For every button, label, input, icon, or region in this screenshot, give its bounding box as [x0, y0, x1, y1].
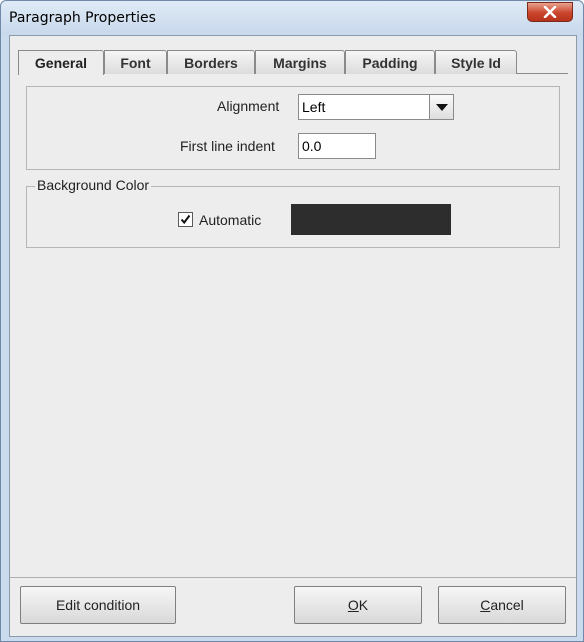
- tab-label: Borders: [184, 54, 238, 71]
- background-color-legend: Background Color: [35, 177, 152, 193]
- tab-style-id[interactable]: Style Id: [435, 50, 517, 74]
- tab-general[interactable]: General: [18, 50, 104, 75]
- ok-button[interactable]: OK: [294, 586, 422, 624]
- general-panel: Alignment Left First line indent 0.0: [26, 86, 560, 170]
- tab-label: Font: [120, 54, 151, 71]
- tab-label: General: [34, 55, 88, 71]
- tab-label: Margins: [273, 54, 327, 71]
- alignment-select[interactable]: Left: [298, 94, 454, 120]
- tab-strip: General Font Borders Margins Padding Sty…: [18, 50, 570, 75]
- tab-padding[interactable]: Padding: [345, 50, 435, 74]
- dialog-window: Paragraph Properties General Font Border…: [0, 0, 584, 642]
- button-label: OK: [347, 597, 369, 613]
- alignment-label: Alignment: [217, 98, 280, 114]
- close-icon: [543, 6, 557, 18]
- automatic-label: Automatic: [199, 212, 262, 228]
- footer-separator: [10, 577, 576, 578]
- first-line-indent-input[interactable]: 0.0: [298, 133, 376, 159]
- cancel-button[interactable]: Cancel: [438, 586, 566, 624]
- background-color-group: Background Color Automatic: [26, 177, 560, 248]
- first-line-indent-label: First line indent: [180, 138, 275, 154]
- edit-condition-button[interactable]: Edit condition: [20, 586, 176, 624]
- background-color-swatch[interactable]: [291, 204, 451, 235]
- title-bar[interactable]: Paragraph Properties: [1, 1, 583, 35]
- button-label: Edit condition: [55, 597, 141, 613]
- tab-margins[interactable]: Margins: [255, 50, 345, 74]
- alignment-dropdown-button[interactable]: [429, 95, 453, 119]
- tab-label: Style Id: [451, 54, 501, 71]
- checkmark-icon: [180, 214, 191, 225]
- tab-font[interactable]: Font: [104, 50, 167, 74]
- chevron-down-icon: [435, 103, 448, 111]
- automatic-checkbox[interactable]: [178, 212, 193, 227]
- button-label: Cancel: [480, 597, 524, 613]
- alignment-value: Left: [302, 99, 326, 115]
- close-button[interactable]: [527, 2, 573, 22]
- dialog-content: General Font Borders Margins Padding Sty…: [9, 35, 577, 637]
- window-title: Paragraph Properties: [9, 10, 156, 26]
- tab-borders[interactable]: Borders: [167, 50, 255, 74]
- tab-label: Padding: [362, 54, 418, 71]
